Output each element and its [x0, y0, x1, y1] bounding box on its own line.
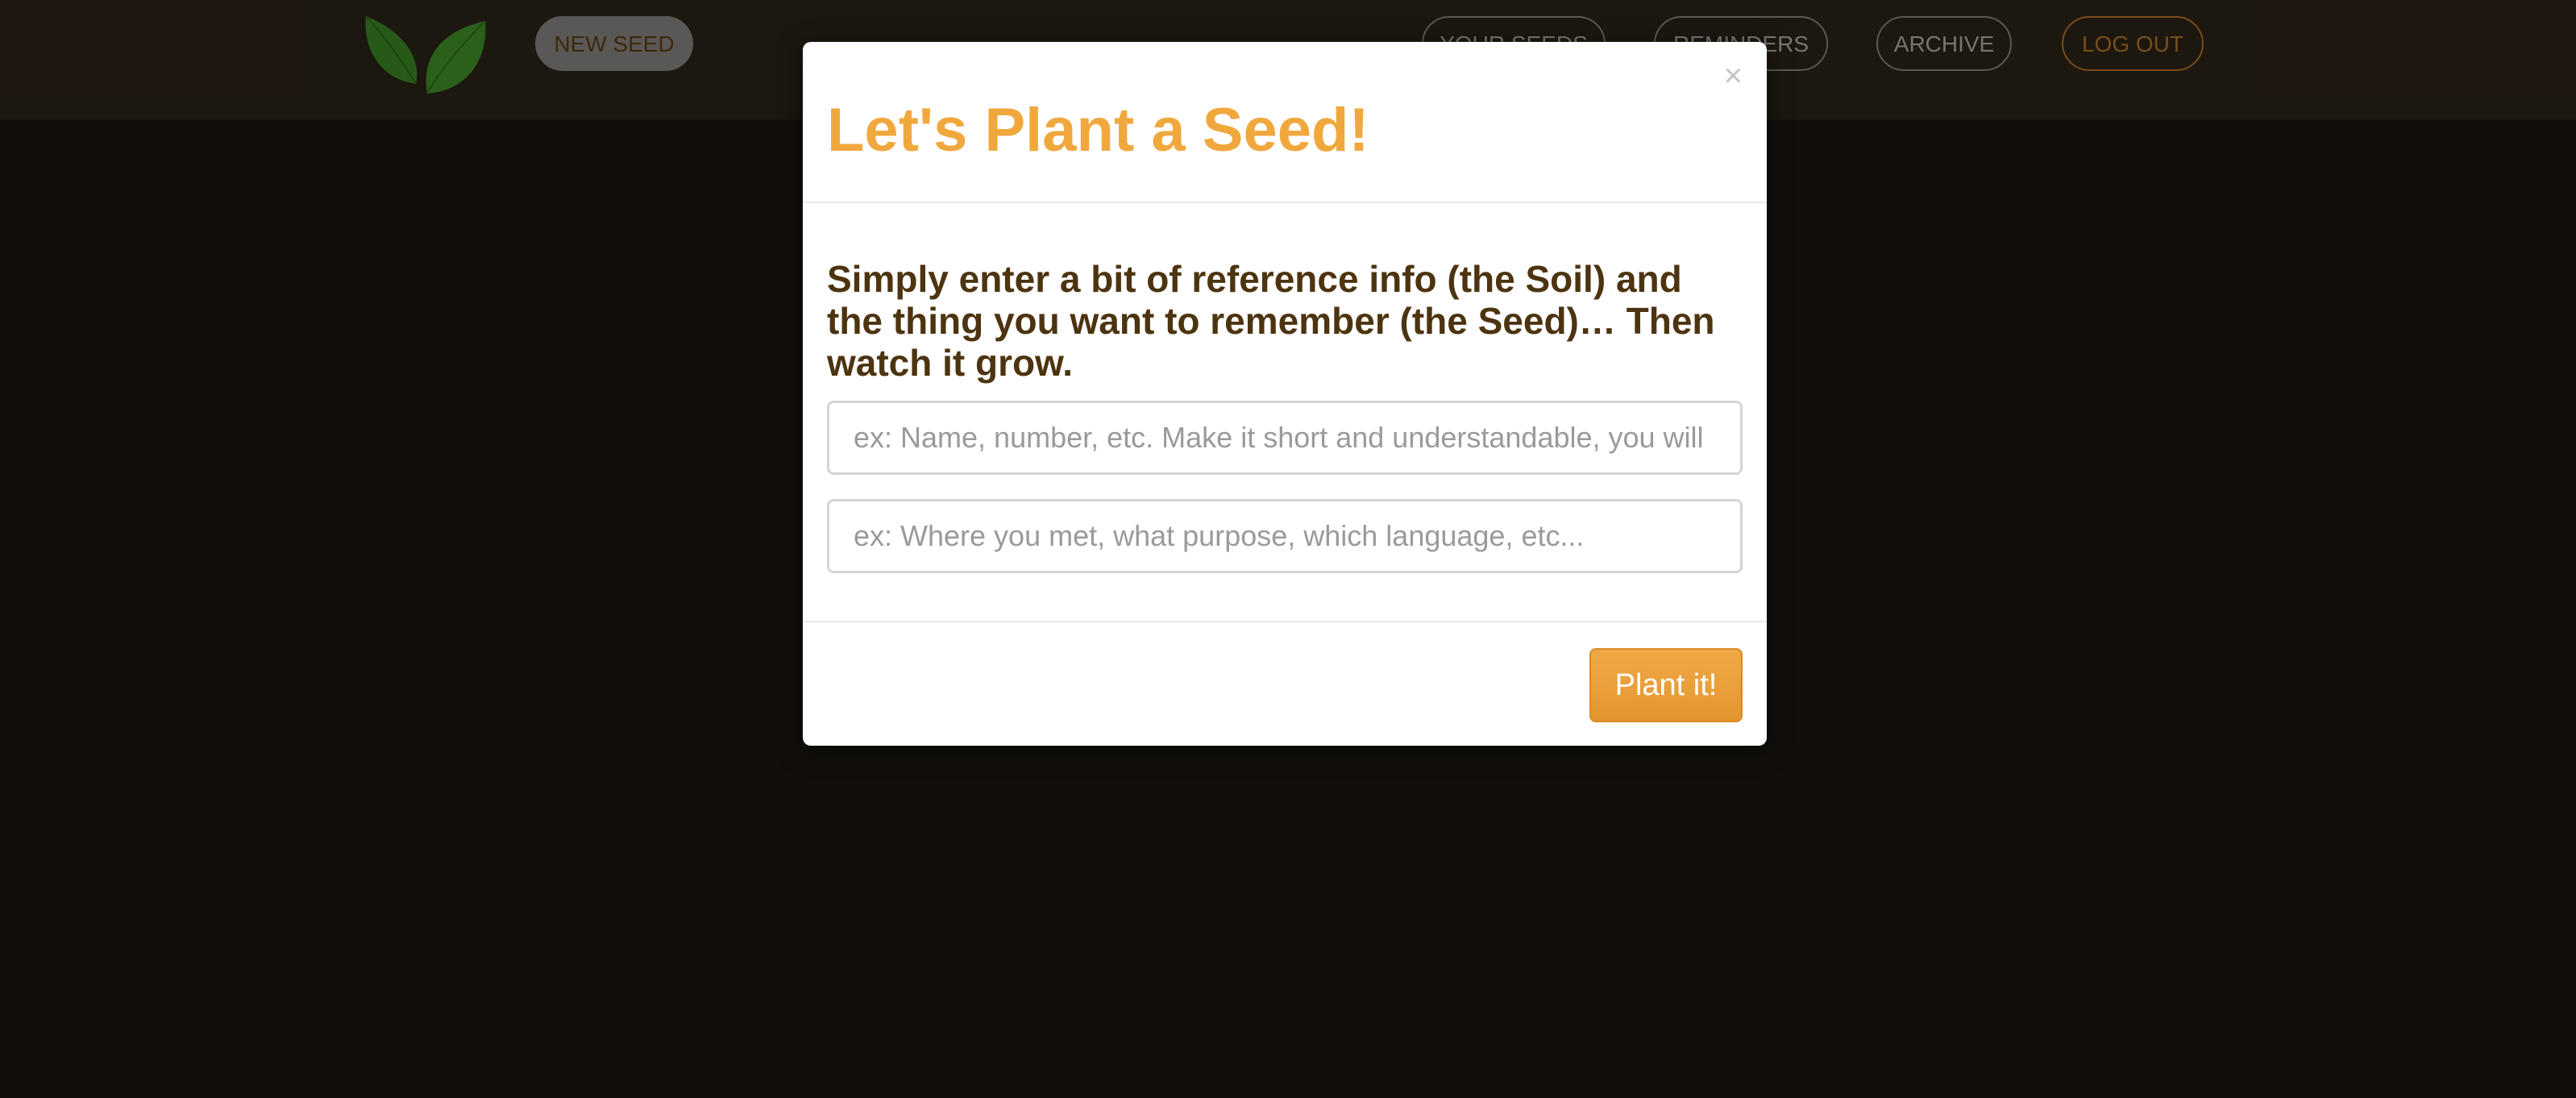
modal-intro-text: Simply enter a bit of reference info (th… [827, 258, 1715, 384]
plant-seed-modal: × Let's Plant a Seed! Simply enter a bit… [803, 42, 1767, 746]
seed-input[interactable] [827, 499, 1743, 573]
close-icon[interactable]: × [1724, 60, 1743, 92]
header-divider [803, 202, 1767, 203]
footer-divider [803, 621, 1767, 622]
plant-it-button[interactable]: Plant it! [1589, 648, 1743, 722]
soil-input[interactable] [827, 401, 1743, 475]
modal-title: Let's Plant a Seed! [827, 96, 1369, 164]
page: NEW SEED YOUR SEEDS REMINDERS ARCHIVE LO… [0, 0, 2576, 1098]
